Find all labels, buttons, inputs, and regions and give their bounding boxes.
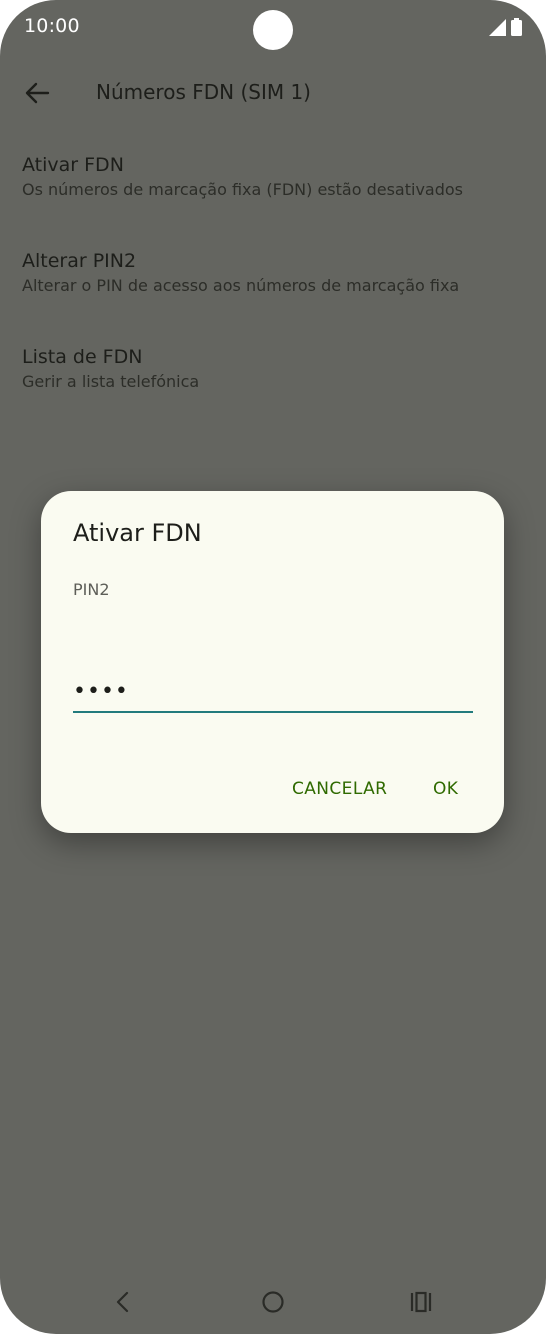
setting-item-alterar-pin2[interactable]: Alterar PIN2 Alterar o PIN de acesso aos… (22, 249, 532, 297)
page-title: Números FDN (SIM 1) (96, 80, 311, 104)
nav-back-icon[interactable] (101, 1280, 145, 1324)
nav-recents-icon[interactable] (399, 1280, 443, 1324)
setting-item-title: Alterar PIN2 (22, 250, 137, 272)
cell-signal-icon (489, 19, 506, 40)
setting-item-subtitle: Os números de marcação fixa (FDN) estão … (22, 180, 463, 199)
phone-screen: 10:00 Números FDN (SIM 1) Ativar FDN Os … (0, 0, 546, 1334)
navigation-bar (0, 1280, 546, 1324)
pin2-field-label: PIN2 (73, 580, 110, 599)
ok-button[interactable]: OK (433, 779, 458, 799)
setting-item-title: Ativar FDN (22, 154, 124, 176)
setting-item-subtitle: Gerir a lista telefónica (22, 372, 200, 391)
nav-home-icon[interactable] (251, 1280, 295, 1324)
setting-item-ativar-fdn[interactable]: Ativar FDN Os números de marcação fixa (… (22, 153, 532, 201)
cancel-button[interactable]: CANCELAR (292, 779, 387, 799)
pin2-dialog: Ativar FDN PIN2 •••• CANCELAR OK (41, 491, 504, 833)
setting-item-subtitle: Alterar o PIN de acesso aos números de m… (22, 276, 460, 295)
setting-item-title: Lista de FDN (22, 346, 143, 368)
status-icons (489, 18, 522, 40)
pin2-input[interactable] (73, 679, 473, 713)
back-arrow-icon[interactable] (22, 78, 52, 108)
setting-item-lista-fdn[interactable]: Lista de FDN Gerir a lista telefónica (22, 345, 532, 393)
battery-icon (511, 18, 522, 40)
status-time: 10:00 (24, 15, 80, 37)
dialog-title: Ativar FDN (73, 519, 202, 547)
pin2-value: •••• (73, 679, 129, 704)
camera-cutout (253, 10, 293, 50)
